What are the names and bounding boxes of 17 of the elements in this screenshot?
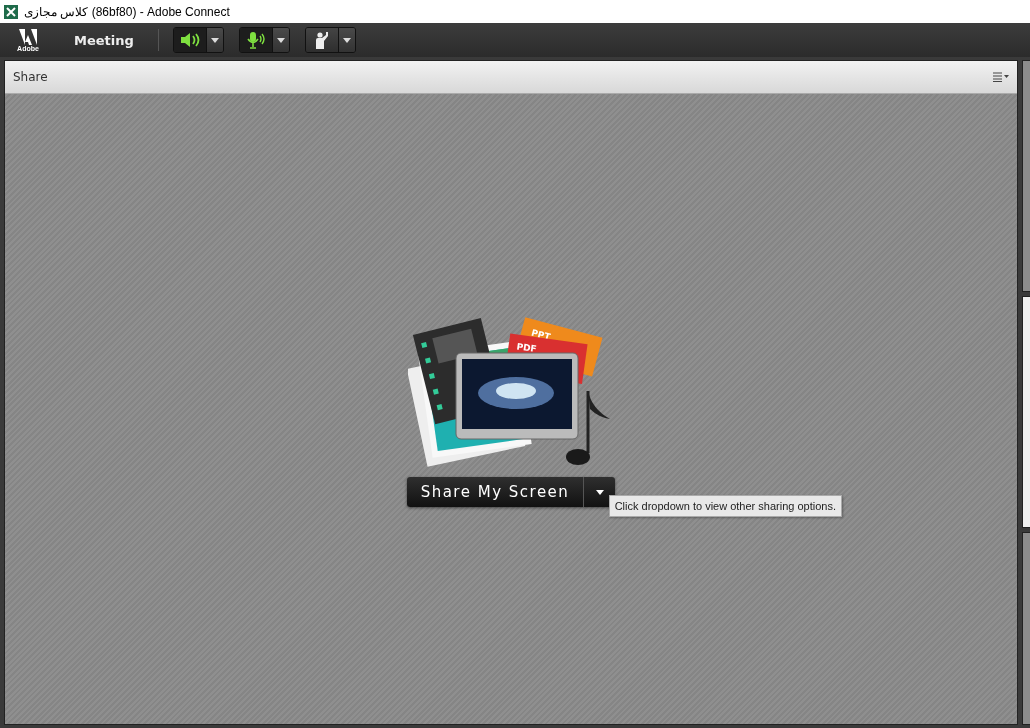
microphone-button[interactable] [239, 28, 272, 52]
pod-title: Share [13, 70, 48, 84]
hand-button[interactable] [305, 28, 338, 52]
tooltip: Click dropdown to view other sharing options. [608, 495, 842, 517]
caret-icon [276, 37, 285, 43]
menu-icon[interactable] [993, 72, 1009, 82]
microphone-icon [245, 31, 266, 49]
speaker-icon [179, 32, 200, 48]
app-icon [4, 4, 18, 19]
caret-icon [210, 37, 219, 43]
caret-icon [342, 37, 351, 43]
window-title: کلاس مجازی (86bf80) - Adobe Connect [24, 4, 230, 19]
media-files-drawing: PPT PDF [408, 317, 614, 477]
meeting-menu[interactable]: Meeting [74, 32, 134, 48]
logo-icon [19, 28, 37, 45]
speaker-button[interactable] [173, 28, 206, 52]
caret-icon [595, 489, 604, 495]
